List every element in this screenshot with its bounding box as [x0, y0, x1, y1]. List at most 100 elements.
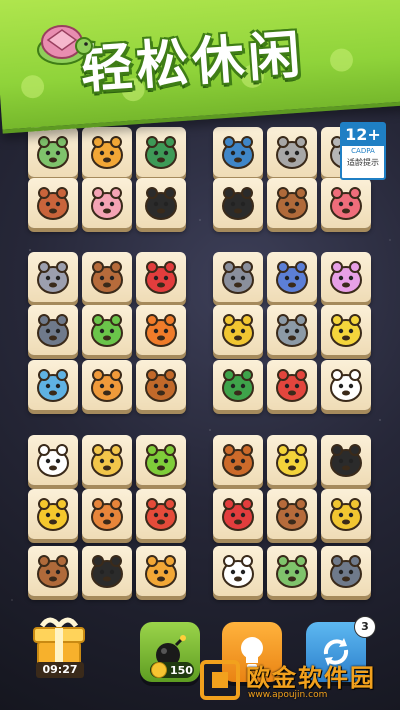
dolphin-icon [37, 369, 69, 402]
tile-penguin[interactable] [136, 178, 186, 228]
leopard-icon [91, 444, 123, 477]
bird-red-icon [145, 498, 177, 531]
tile-leopard[interactable] [82, 435, 132, 485]
tile-owl[interactable] [28, 546, 78, 596]
tile-corgi[interactable] [82, 360, 132, 410]
tile-snake[interactable] [136, 127, 186, 177]
tile-monkey[interactable] [82, 252, 132, 302]
tile-bird-red[interactable] [136, 489, 186, 539]
watermark-url: www.apoujin.com [248, 690, 328, 700]
banner-title: 轻松休闲 [78, 25, 307, 101]
toucan-icon [330, 444, 362, 477]
tile-wolf[interactable] [28, 305, 78, 355]
tile-pig[interactable] [82, 178, 132, 228]
tile-raccoon[interactable] [267, 127, 317, 177]
bomb-cost-value: 150 [170, 663, 193, 677]
shiba-icon [91, 498, 123, 531]
tile-monkey[interactable] [267, 489, 317, 539]
tiger-icon [145, 555, 177, 588]
angelfish-icon [222, 314, 254, 347]
snake-icon [145, 136, 177, 169]
turtle-icon [37, 136, 69, 169]
fox-icon [145, 314, 177, 347]
bomb-cost: 150 [150, 662, 194, 678]
coin-icon [151, 662, 167, 678]
tile-panda[interactable] [213, 178, 263, 228]
watermark-text: 欧金软件园 [246, 664, 376, 692]
tile-penguin[interactable] [82, 546, 132, 596]
tile-chicken[interactable] [28, 435, 78, 485]
tile-parrot[interactable] [136, 252, 186, 302]
monkey-icon [91, 261, 123, 294]
tile-octopus[interactable] [321, 178, 371, 228]
koala-icon [222, 261, 254, 294]
tile-angelfish[interactable] [321, 489, 371, 539]
fish-icon [222, 136, 254, 169]
cow-icon [330, 369, 362, 402]
angelfish-icon [330, 498, 362, 531]
elephant-icon [276, 314, 308, 347]
age-rating-label: 适龄提示 [347, 158, 379, 167]
tile-mouse[interactable] [28, 252, 78, 302]
tile-parrot[interactable] [213, 489, 263, 539]
tile-duck[interactable] [321, 305, 371, 355]
tile-deer[interactable] [136, 360, 186, 410]
parrot-icon [222, 498, 254, 531]
penguin-icon [145, 187, 177, 220]
bee-icon [37, 498, 69, 531]
tiger-icon [91, 136, 123, 169]
hedgehog-icon [37, 187, 69, 220]
caterpillar-icon [145, 444, 177, 477]
tile-crab[interactable] [267, 360, 317, 410]
raccoon-icon [276, 136, 308, 169]
tile-caterpillar[interactable] [136, 435, 186, 485]
panda-icon [222, 187, 254, 220]
butterfly-icon [276, 444, 308, 477]
octopus-icon [330, 187, 362, 220]
tile-fox[interactable] [136, 305, 186, 355]
tile-bee[interactable] [28, 489, 78, 539]
crab-icon [276, 369, 308, 402]
tile-squirrel[interactable] [213, 435, 263, 485]
tile-shiba[interactable] [82, 489, 132, 539]
tile-tiger[interactable] [82, 127, 132, 177]
watermark-logo-icon [200, 660, 240, 700]
tile-toucan[interactable] [321, 435, 371, 485]
tile-cow[interactable] [321, 360, 371, 410]
turtle-pattern-icon: ● [18, 66, 47, 104]
age-rating-badge: 12+ CADPA 适龄提示 [340, 122, 386, 180]
shuffle-count-badge: 3 [354, 616, 376, 638]
chicken-icon [37, 444, 69, 477]
parrot-icon [145, 261, 177, 294]
age-rating-org: CADPA [351, 147, 375, 155]
tile-elephant[interactable] [267, 305, 317, 355]
penguin-icon [91, 555, 123, 588]
tile-frog[interactable] [82, 305, 132, 355]
tile-owl[interactable] [267, 178, 317, 228]
tile-jellyfish[interactable] [321, 252, 371, 302]
tile-wolf[interactable] [321, 546, 371, 596]
crocodile-icon [222, 369, 254, 402]
tile-koala[interactable] [213, 252, 263, 302]
tile-turtle[interactable] [267, 546, 317, 596]
jellyfish-icon [330, 261, 362, 294]
pig-icon [91, 187, 123, 220]
tile-rabbit[interactable] [213, 546, 263, 596]
owl-icon [276, 187, 308, 220]
turtle-mascot-icon [37, 25, 93, 65]
tile-angelfish[interactable] [213, 305, 263, 355]
tile-tiger[interactable] [136, 546, 186, 596]
watermark: 欧金软件园 www.apoujin.com [200, 656, 396, 706]
wolf-icon [330, 555, 362, 588]
tile-turtle[interactable] [28, 127, 78, 177]
duck-icon [330, 314, 362, 347]
tile-dolphin[interactable] [28, 360, 78, 410]
tile-hedgehog[interactable] [28, 178, 78, 228]
tile-fish[interactable] [213, 127, 263, 177]
tile-butterfly[interactable] [267, 435, 317, 485]
tile-cat-blue[interactable] [267, 252, 317, 302]
cat-blue-icon [276, 261, 308, 294]
deer-icon [145, 369, 177, 402]
tile-crocodile[interactable] [213, 360, 263, 410]
frog-icon [91, 314, 123, 347]
